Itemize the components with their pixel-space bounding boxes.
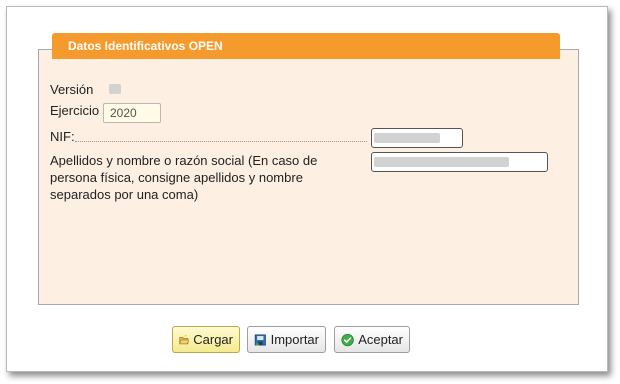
import-icon bbox=[254, 333, 266, 346]
ejercicio-field[interactable] bbox=[103, 103, 161, 123]
folder-open-icon bbox=[179, 335, 189, 344]
cargar-button[interactable]: Cargar bbox=[172, 326, 240, 353]
cargar-label: Cargar bbox=[193, 332, 233, 347]
version-label: Versión bbox=[50, 82, 94, 97]
apellidos-field[interactable] bbox=[371, 152, 548, 172]
nif-label: NIF: bbox=[50, 129, 75, 144]
apellidos-label: Apellidos y nombre o razón social (En ca… bbox=[50, 153, 318, 202]
nif-dotted-leader bbox=[75, 141, 367, 142]
nif-field[interactable] bbox=[371, 128, 463, 148]
importar-button[interactable]: Importar bbox=[247, 326, 326, 353]
version-value-redacted bbox=[109, 84, 121, 94]
aceptar-label: Aceptar bbox=[358, 332, 403, 347]
aceptar-button[interactable]: Aceptar bbox=[334, 326, 410, 353]
importar-label: Importar bbox=[270, 332, 319, 347]
section-header: Datos Identificativos OPEN bbox=[52, 33, 560, 59]
ejercicio-label: Ejercicio bbox=[50, 103, 100, 118]
check-circle-icon bbox=[341, 333, 354, 346]
apellidos-value-redacted bbox=[374, 157, 509, 167]
nif-value-redacted bbox=[374, 133, 440, 143]
